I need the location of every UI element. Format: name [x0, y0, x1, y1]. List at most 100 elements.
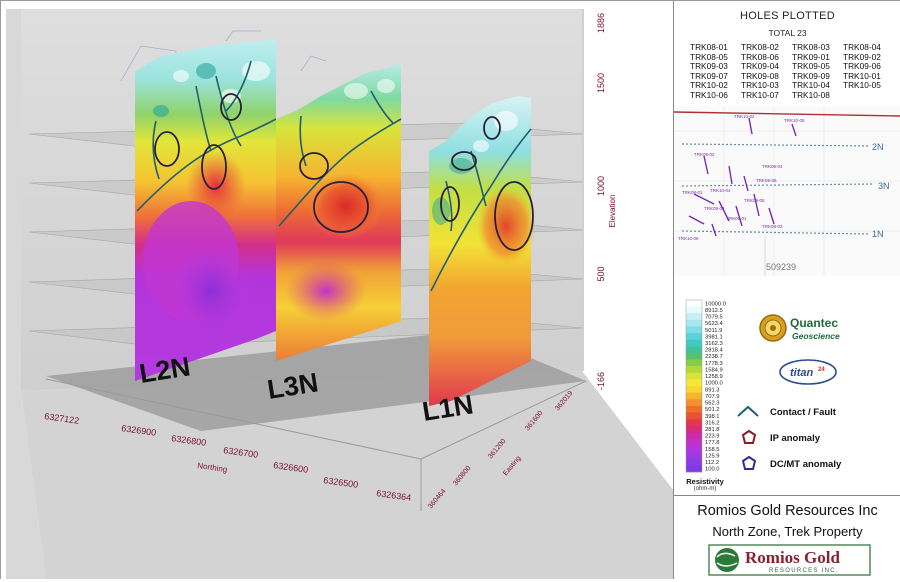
scale-value-label: 1778.3	[705, 361, 723, 367]
plan-map: 2N 3N 1N TRK10-02 TRK10-05 TRK08-02 TRK0…	[674, 106, 900, 276]
map-line-label: 1N	[872, 229, 884, 239]
map-hole-label: TRK08-04	[762, 164, 783, 169]
scale-value-label: 281.8	[705, 427, 720, 433]
elevation-tick: -166	[596, 372, 606, 390]
scale-value-label: 125.9	[705, 453, 720, 459]
scale-swatch	[686, 366, 702, 374]
resistivity-scale-title: Resistivity	[686, 477, 724, 486]
scale-swatch	[686, 333, 702, 340]
scale-value-label: 1258.9	[705, 374, 723, 380]
property-name: North Zone, Trek Property	[712, 524, 863, 539]
titan-sup: 24	[818, 367, 825, 373]
map-easting-label: 509239	[766, 262, 796, 272]
scale-value-label: 3981.1	[705, 334, 723, 340]
map-hole-label: TRK09-05	[744, 198, 765, 203]
scale-value-label: 7079.5	[705, 315, 723, 321]
map-hole-label: TRK10-04	[710, 188, 731, 193]
scale-swatch	[686, 306, 702, 314]
scale-swatch	[686, 438, 702, 446]
elevation-tick: 1500	[596, 73, 606, 93]
hole-id: TRK10-06	[690, 89, 728, 100]
scale-swatch	[686, 346, 702, 354]
scale-value-label: 112.2	[705, 460, 719, 466]
scale-swatch	[686, 425, 702, 433]
scale-value-label: 5623.4	[705, 321, 724, 327]
map-hole-label: TRK09-06	[756, 178, 777, 183]
scale-swatch	[686, 326, 702, 334]
scale-value-label: 316.2	[705, 420, 720, 426]
map-hole-label: TRK08-03	[762, 224, 783, 229]
scale-value-label: 2818.4	[705, 348, 724, 354]
scale-swatch	[686, 352, 702, 360]
scale-swatch	[686, 465, 702, 473]
map-hole-label: TRK09-01	[726, 216, 747, 221]
scale-swatch	[686, 399, 702, 407]
hole-id: TRK10-05	[843, 80, 881, 91]
holes-list: TRK08-01 TRK08-02 TRK08-03 TRK08-04 TRK0…	[690, 42, 895, 101]
elevation-tick: 500	[596, 266, 606, 281]
section-l1n	[429, 96, 536, 406]
scale-swatch	[686, 445, 702, 453]
hole-id: TRK10-08	[792, 89, 830, 100]
scale-swatch	[686, 319, 702, 327]
legend-dcmt-anomaly: DC/MT anomaly	[770, 459, 842, 470]
legend-contact-fault: Contact / Fault	[770, 407, 836, 418]
scale-value-label: 1000.0	[705, 381, 723, 387]
scale-swatch	[686, 339, 702, 347]
scale-value-label: 223.9	[705, 434, 720, 440]
hole-id: TRK10-07	[741, 89, 779, 100]
holes-plotted-title: HOLES PLOTTED	[740, 10, 835, 22]
romios-gold-logo: Romios Gold RESOURCES INC.	[707, 543, 872, 577]
scale-swatch	[686, 412, 702, 420]
quantec-sub: Geoscience	[792, 331, 840, 341]
scale-value-label: 100.0	[705, 467, 720, 473]
scale-value-label: 10000.0	[705, 301, 726, 307]
legend-ip-anomaly: IP anomaly	[770, 433, 820, 444]
map-hole-label: TRK10-02	[734, 114, 755, 119]
map-hole-label: TRK08-02	[694, 152, 715, 157]
dcmt-anomaly-symbol	[741, 455, 757, 470]
scale-swatch	[686, 379, 702, 387]
resistivity-scale-units: (ohm-m)	[693, 486, 717, 492]
figure-frame: L2N L3N L1N 1886 1500 1000 500 -166 Elev…	[0, 0, 900, 579]
quantec-logo: Quantec Geoscience	[758, 311, 858, 345]
scale-value-label: 562.3	[705, 401, 720, 407]
map-line-label: 3N	[878, 181, 890, 191]
scale-value-label: 501.2	[705, 407, 720, 413]
scale-swatch	[686, 432, 702, 440]
right-info-panel: HOLES PLOTTED TOTAL 23 TRK08-01 TRK08-02…	[673, 1, 900, 579]
scale-value-label: 398.1	[705, 414, 720, 420]
romios-gold-sub: RESOURCES INC.	[769, 568, 839, 574]
map-line-label: 2N	[872, 142, 884, 152]
titan-name: titan	[790, 367, 814, 379]
scale-swatch	[686, 372, 702, 380]
map-hole-label: TRK10-06	[678, 236, 699, 241]
scale-value-label: 2238.7	[705, 354, 723, 360]
scale-swatch	[686, 300, 702, 307]
scale-swatch	[686, 452, 702, 460]
ip-anomaly-symbol	[741, 429, 757, 444]
scale-value-label: 158.5	[705, 447, 720, 453]
elevation-tick: 1000	[596, 176, 606, 196]
elevation-label: Elevation	[608, 195, 617, 228]
map-hole-label: TRK08-01	[682, 190, 703, 195]
map-hole-label: TRK10-05	[784, 118, 805, 123]
scale-swatch	[686, 405, 702, 413]
scale-swatch	[686, 313, 702, 321]
elevation-tick: 1886	[596, 13, 606, 33]
scale-value-label: 707.9	[705, 394, 720, 400]
3d-section-view: L2N L3N L1N 1886 1500 1000 500 -166 Elev…	[1, 1, 674, 579]
scale-value-label: 891.3	[705, 387, 720, 393]
scale-value-label: 3162.3	[705, 341, 723, 347]
company-name: Romios Gold Resources Inc	[697, 503, 878, 519]
scale-swatch	[686, 419, 702, 426]
scale-value-label: 1584.9	[705, 367, 723, 373]
quantec-name: Quantec	[790, 316, 838, 330]
titan24-logo: titan 24	[778, 358, 838, 386]
scale-swatch	[686, 458, 702, 466]
holes-total: TOTAL 23	[768, 28, 807, 38]
scale-swatch	[686, 386, 702, 393]
map-hole-label: TRK09-04	[704, 206, 725, 211]
romios-gold-wordmark: Romios Gold	[745, 548, 840, 567]
scale-value-label: 5011.9	[705, 328, 722, 334]
